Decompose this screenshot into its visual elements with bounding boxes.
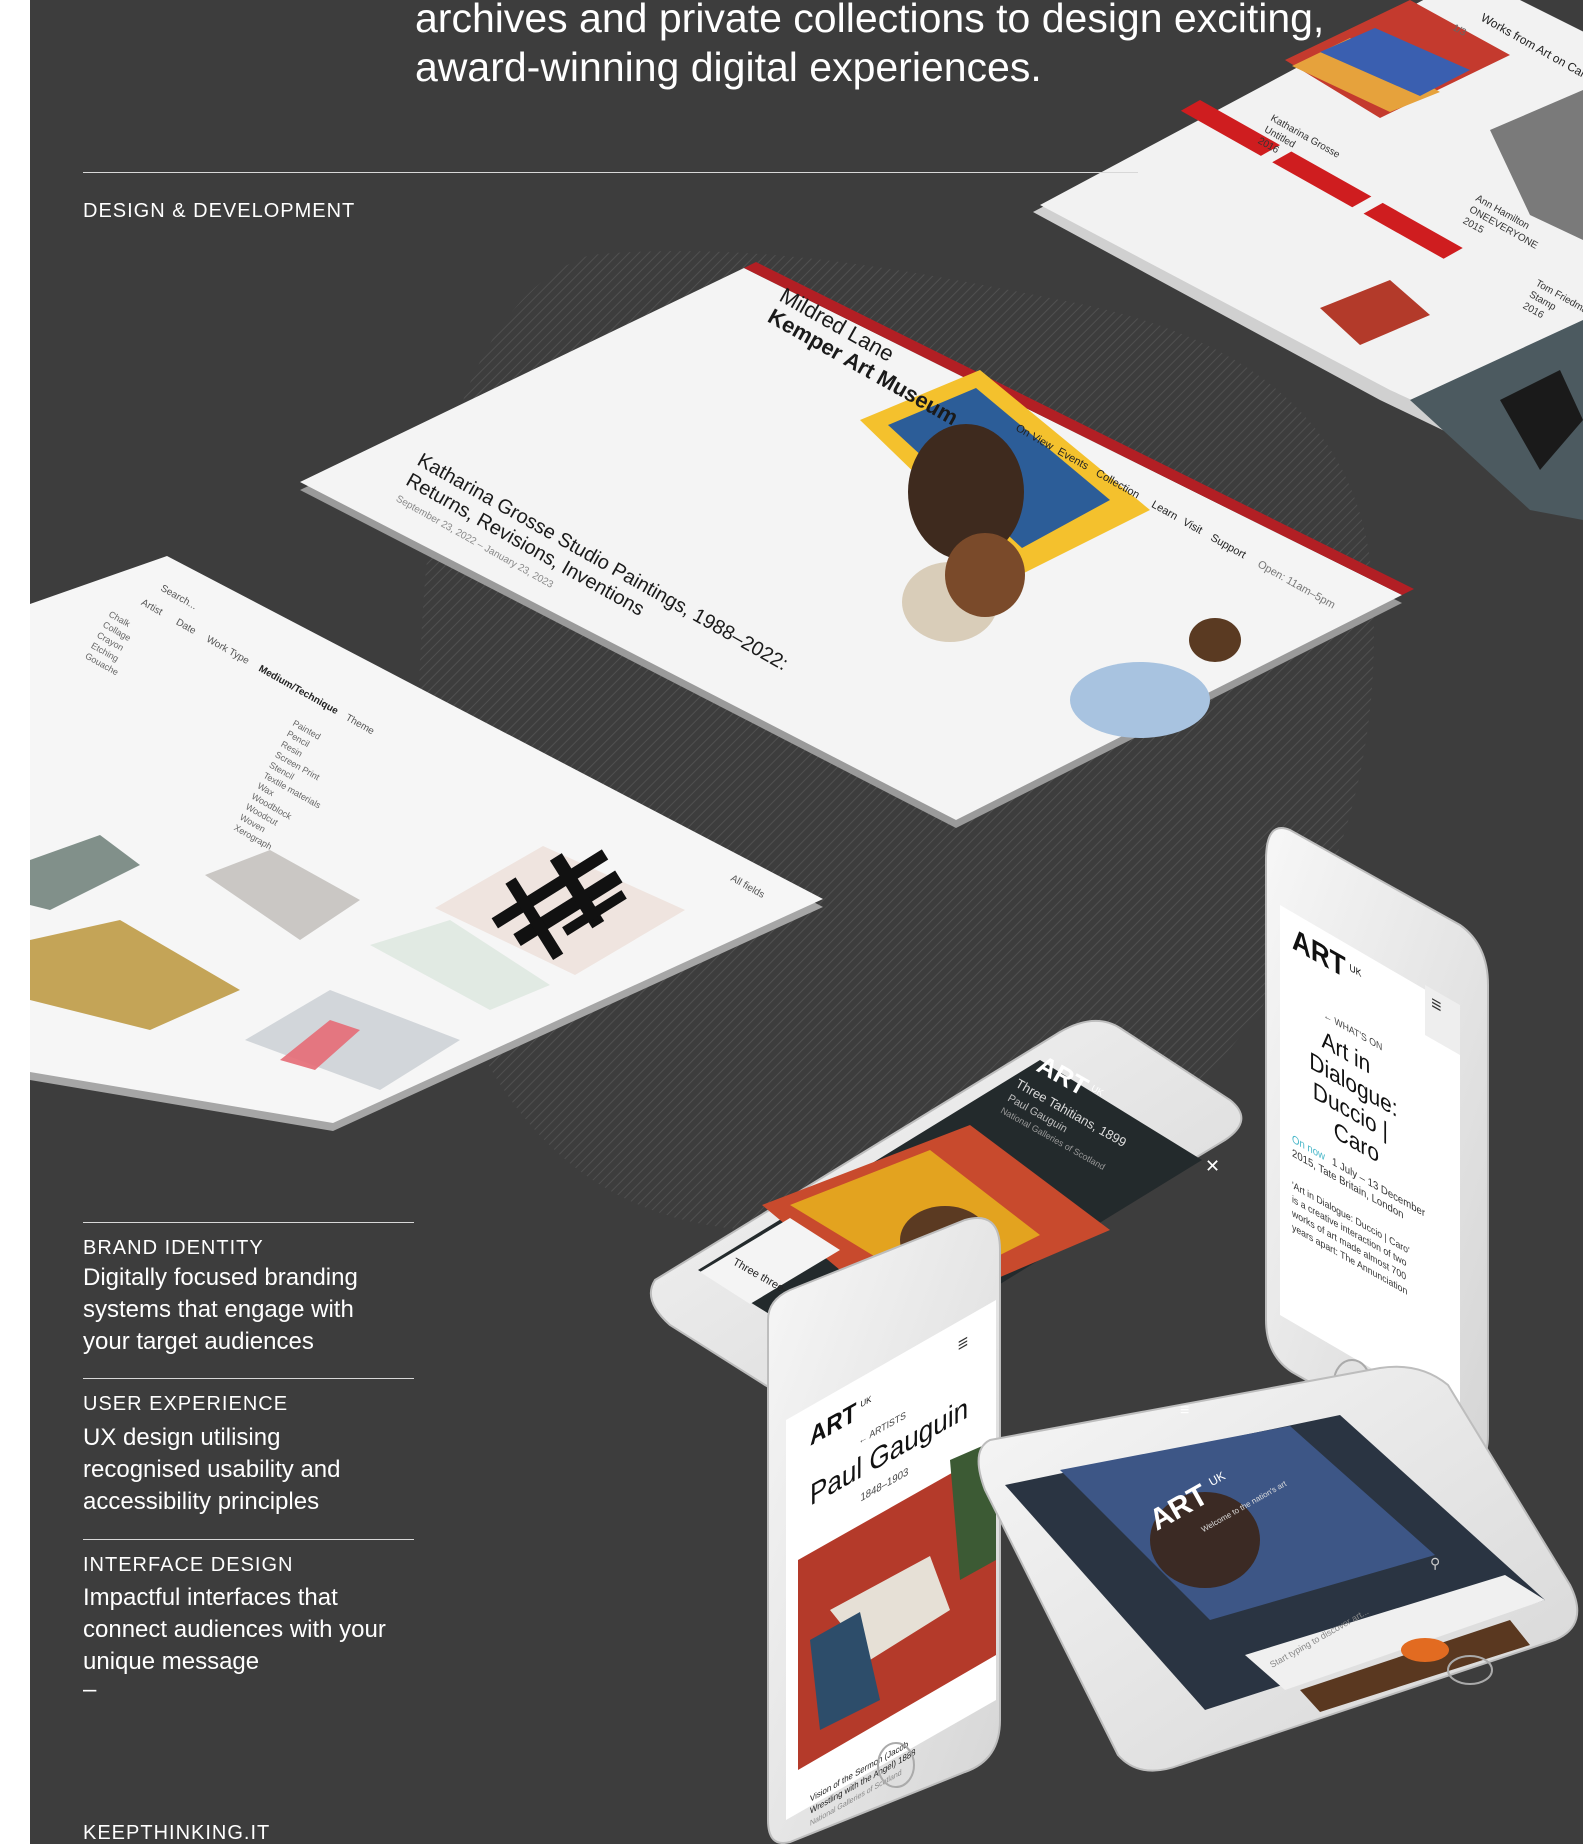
page: Works from Art on Campus 1/3 Katharina G… [0, 0, 1583, 1844]
service-title-ux: USER EXPERIENCE [83, 1393, 289, 1415]
end-dash: – [83, 1676, 97, 1703]
service-desc-ux: UX design utilising recognised usability… [83, 1424, 341, 1515]
service-divider-2 [83, 1378, 414, 1379]
service-desc-brand: Digitally focused branding systems that … [83, 1264, 358, 1355]
section-label: DESIGN & DEVELOPMENT [83, 200, 356, 222]
footer-url[interactable]: KEEPTHINKING.IT [83, 1822, 270, 1844]
service-desc-interface: Impactful interfaces that connect audien… [83, 1584, 386, 1675]
intro-headline: archives and private collections to desi… [415, 0, 1355, 92]
phone-paul-gauguin: ART UK ≡ ← ARTISTS Paul Gauguin 1848–190… [767, 1217, 1001, 1844]
service-title-brand: BRAND IDENTITY [83, 1237, 264, 1259]
visitor-2 [1070, 662, 1210, 738]
intro-line-2: award-winning digital experiences. [415, 44, 1042, 90]
search-icon[interactable]: ⚲ [1430, 1556, 1440, 1572]
close-icon[interactable]: ✕ [1205, 1156, 1220, 1176]
section-divider [83, 172, 1138, 173]
service-divider-1 [83, 1222, 414, 1223]
service-divider-3 [83, 1539, 414, 1540]
service-title-interface: INTERFACE DESIGN [83, 1554, 294, 1576]
intro-line-1: archives and private collections to desi… [415, 0, 1325, 41]
menu-icon-d[interactable]: ≡ [1180, 1402, 1189, 1419]
dark-panel: Works from Art on Campus 1/3 Katharina G… [30, 0, 1583, 1844]
